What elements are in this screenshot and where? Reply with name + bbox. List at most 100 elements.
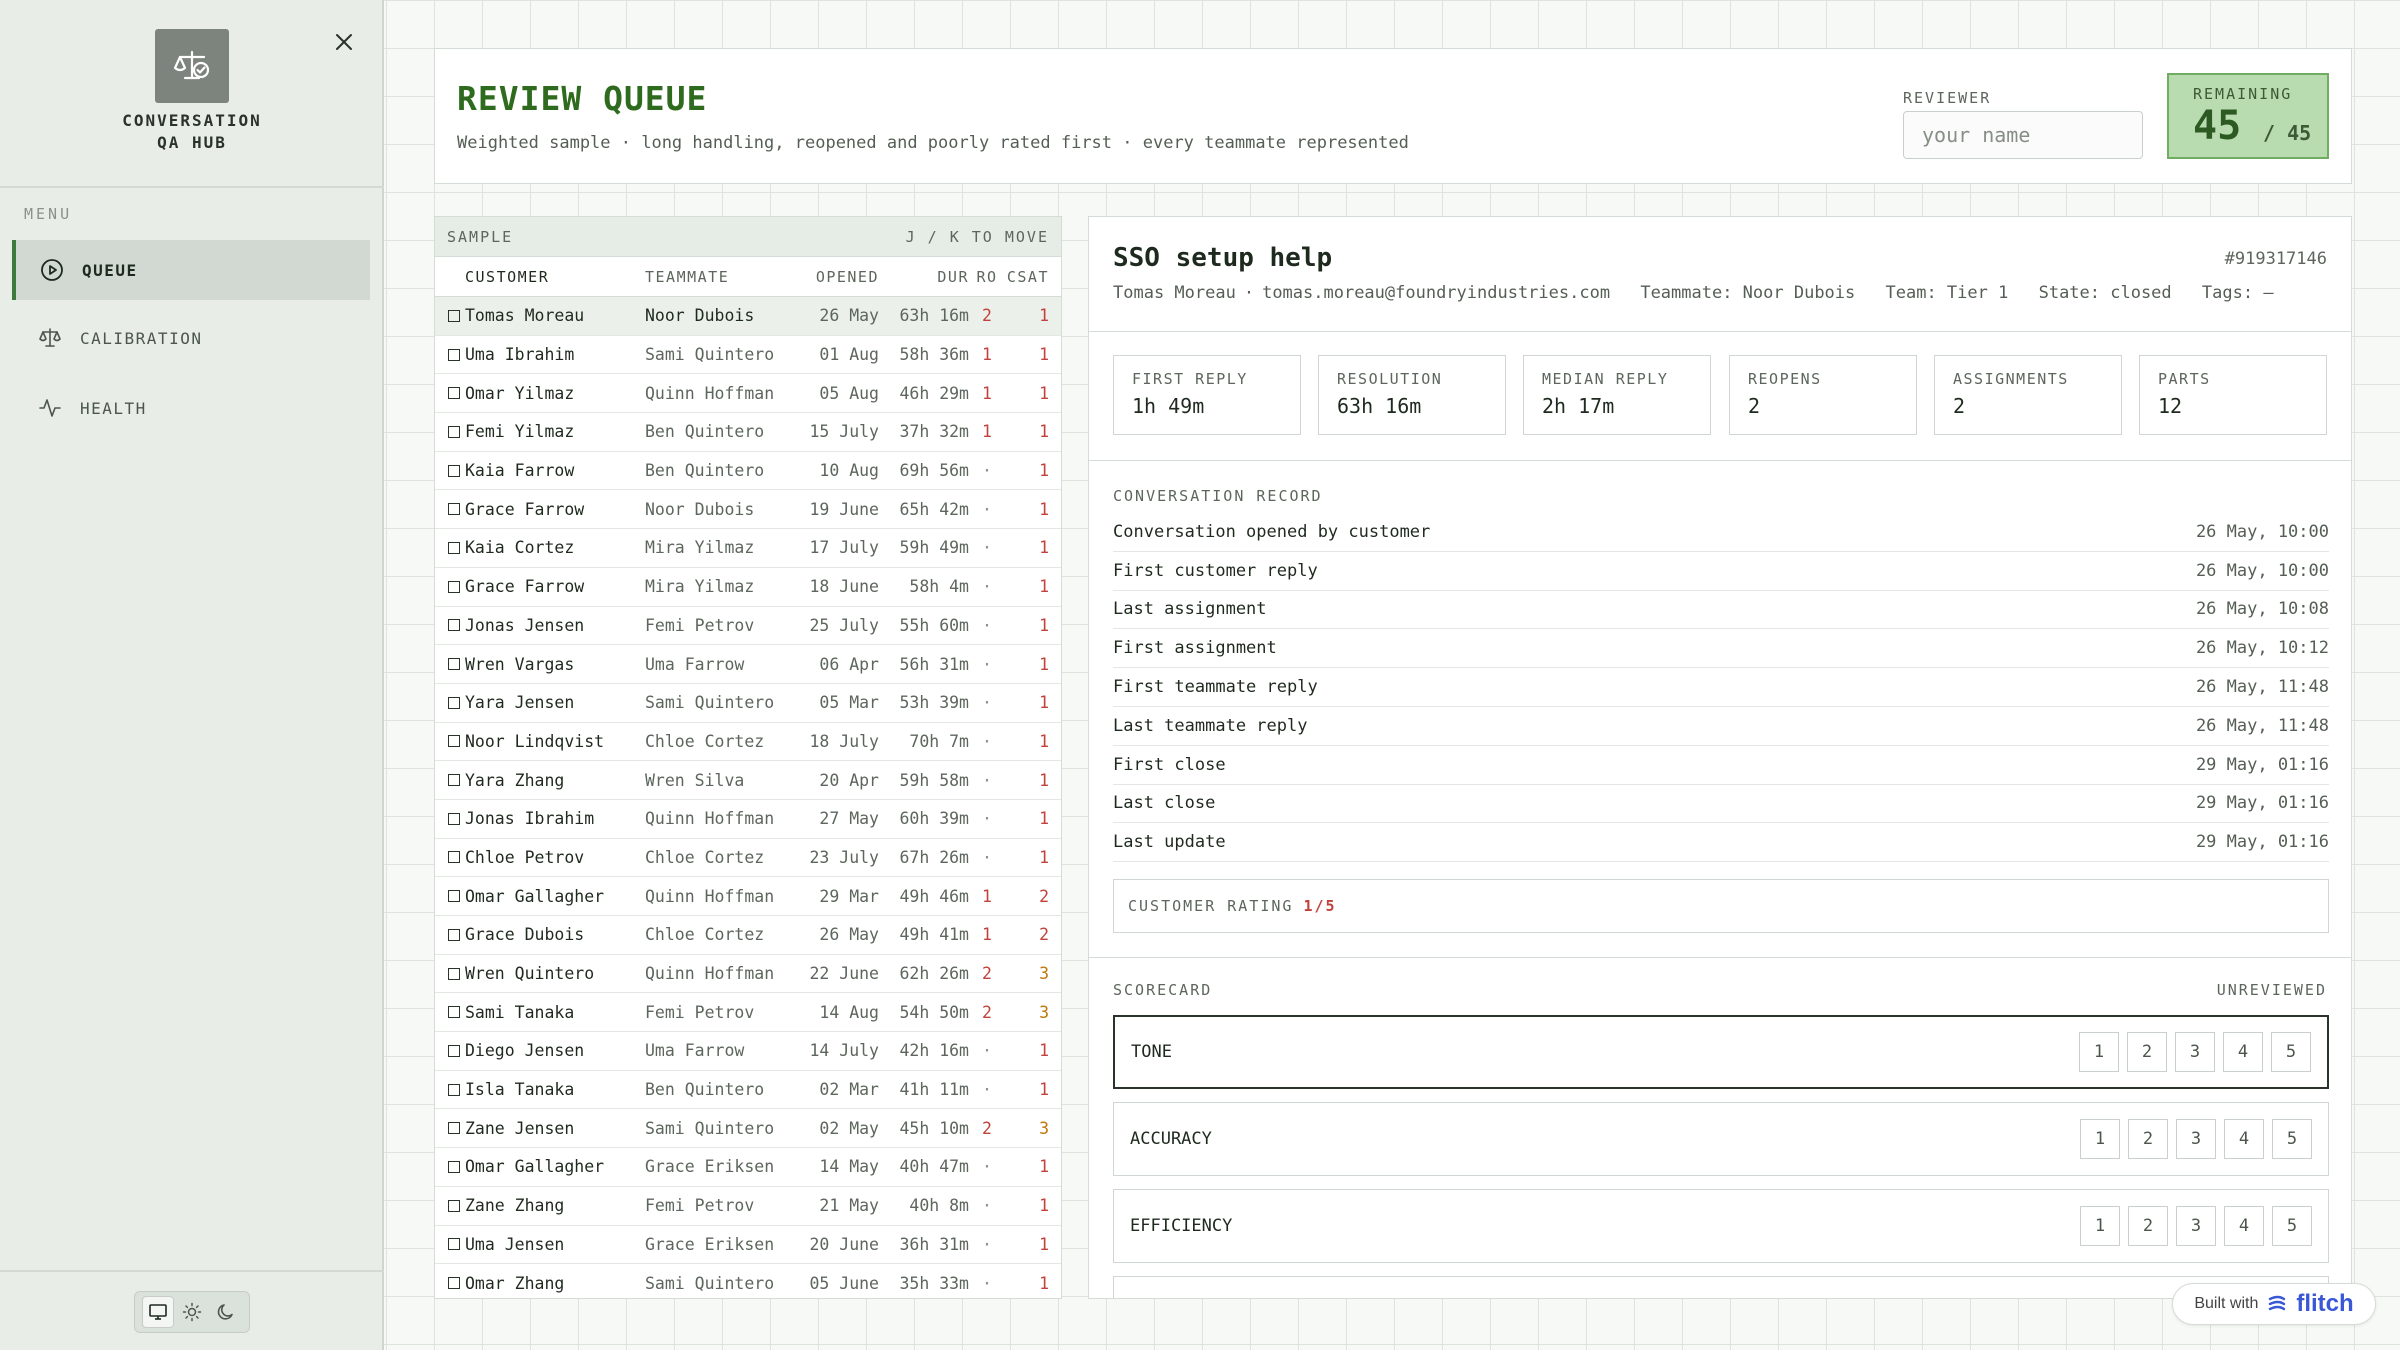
row-checkbox[interactable] xyxy=(448,774,460,787)
row-checkbox[interactable] xyxy=(448,735,460,748)
table-row[interactable]: Wren Quintero Quinn Hoffman 22 June 62h 26m… xyxy=(435,955,1061,994)
table-row[interactable]: Noor Lindqvist Chloe Cortez 18 July 70h 7m ·… xyxy=(435,723,1061,762)
sidebar-item-health[interactable]: HEALTH xyxy=(12,378,370,438)
table-row[interactable]: Omar Zhang Sami Quintero 05 June 35h 33m · 1 xyxy=(435,1264,1061,1298)
row-checkbox[interactable] xyxy=(448,890,460,903)
table-row[interactable]: Kaia Cortez Mira Yilmaz 17 July 59h 49m · 1 xyxy=(435,529,1061,568)
table-row[interactable]: Grace Farrow Mira Yilmaz 18 June 58h 4m · 1 xyxy=(435,568,1061,607)
criterion-label: EFFICIENCY xyxy=(1130,1216,1233,1236)
cell-duration: 40h 47m xyxy=(899,1157,969,1177)
sidebar-item-calibration[interactable]: CALIBRATION xyxy=(12,308,370,368)
row-checkbox[interactable] xyxy=(448,309,460,322)
row-checkbox[interactable] xyxy=(448,425,460,438)
table-row[interactable]: Femi Yilmaz Ben Quintero 15 July 37h 32m 1 1 xyxy=(435,413,1061,452)
row-checkbox[interactable] xyxy=(448,812,460,825)
row-checkbox[interactable] xyxy=(448,503,460,516)
table-row[interactable]: Uma Jensen Grace Eriksen 20 June 36h 31m · 1 xyxy=(435,1226,1061,1265)
table-row[interactable]: Kaia Farrow Ben Quintero 10 Aug 69h 56m · 1 xyxy=(435,452,1061,491)
table-row[interactable]: Zane Jensen Sami Quintero 02 May 45h 10m 2 3 xyxy=(435,1109,1061,1149)
score-options: 12345 xyxy=(2079,1032,2311,1072)
row-checkbox[interactable] xyxy=(448,658,460,671)
theme-system-button[interactable] xyxy=(142,1296,174,1328)
column-header-reopens[interactable]: RO xyxy=(969,268,1005,286)
table-row[interactable]: Chloe Petrov Chloe Cortez 23 July 67h 26m · 1 xyxy=(435,839,1061,878)
table-row[interactable]: Jonas Ibrahim Quinn Hoffman 27 May 60h 39m ·… xyxy=(435,800,1061,839)
column-header-teammate[interactable]: TEAMMATE xyxy=(645,268,801,286)
sidebar-item-label: HEALTH xyxy=(80,398,147,418)
row-checkbox[interactable] xyxy=(448,1122,460,1135)
cell-csat: 2 xyxy=(1039,925,1049,945)
column-header-duration[interactable]: DUR xyxy=(879,268,969,286)
row-checkbox[interactable] xyxy=(448,1238,460,1251)
record-time: 26 May, 10:00 xyxy=(2195,521,2329,542)
score-button[interactable]: 5 xyxy=(2272,1206,2312,1246)
row-checkbox[interactable] xyxy=(448,1044,460,1057)
score-button[interactable]: 1 xyxy=(2079,1032,2119,1072)
row-checkbox[interactable] xyxy=(448,541,460,554)
score-button[interactable]: 3 xyxy=(2176,1206,2216,1246)
built-with-badge[interactable]: Built with flitch xyxy=(2172,1283,2376,1325)
row-checkbox[interactable] xyxy=(448,1199,460,1212)
score-button[interactable]: 5 xyxy=(2271,1032,2311,1072)
table-row[interactable]: Jonas Jensen Femi Petrov 25 July 55h 60m · 1 xyxy=(435,607,1061,646)
score-button[interactable]: 1 xyxy=(2080,1119,2120,1159)
table-row[interactable]: Isla Tanaka Ben Quintero 02 Mar 41h 11m · 1 xyxy=(435,1071,1061,1110)
cell-opened: 01 Aug xyxy=(819,345,879,365)
cell-customer: Zane Zhang xyxy=(465,1196,565,1216)
table-row[interactable]: Grace Farrow Noor Dubois 19 June 65h 42m · 1 xyxy=(435,490,1061,530)
row-checkbox[interactable] xyxy=(448,348,460,361)
row-checkbox[interactable] xyxy=(448,967,460,980)
page-subtitle: Weighted sample · long handling, reopene… xyxy=(457,133,1409,153)
theme-light-button[interactable] xyxy=(176,1296,208,1328)
table-row[interactable]: Sami Tanaka Femi Petrov 14 Aug 54h 50m 2 3 xyxy=(435,993,1061,1033)
sidebar-item-queue[interactable]: QUEUE xyxy=(12,240,370,300)
cell-teammate: Femi Petrov xyxy=(645,1196,755,1216)
table-row[interactable]: Yara Zhang Wren Silva 20 Apr 59h 58m · 1 xyxy=(435,761,1061,800)
row-checkbox[interactable] xyxy=(448,851,460,864)
row-checkbox[interactable] xyxy=(448,1277,460,1290)
row-checkbox[interactable] xyxy=(448,619,460,632)
score-button[interactable]: 2 xyxy=(2128,1119,2168,1159)
score-button[interactable]: 3 xyxy=(2175,1032,2215,1072)
score-button[interactable]: 4 xyxy=(2224,1119,2264,1159)
row-checkbox[interactable] xyxy=(448,464,460,477)
cell-reopens: 1 xyxy=(982,345,992,365)
table-row[interactable]: Wren Vargas Uma Farrow 06 Apr 56h 31m · 1 xyxy=(435,645,1061,684)
score-button[interactable]: 2 xyxy=(2127,1032,2167,1072)
score-button[interactable]: 4 xyxy=(2224,1206,2264,1246)
score-button[interactable]: 1 xyxy=(2080,1206,2120,1246)
column-header-customer[interactable]: CUSTOMER xyxy=(465,268,645,286)
row-checkbox[interactable] xyxy=(448,387,460,400)
score-button[interactable]: 2 xyxy=(2128,1206,2168,1246)
close-sidebar-button[interactable] xyxy=(326,24,362,60)
table-row[interactable]: Diego Jensen Uma Farrow 14 July 42h 16m · 1 xyxy=(435,1032,1061,1071)
sample-panel-header: SAMPLE J / K TO MOVE xyxy=(435,217,1061,257)
row-checkbox[interactable] xyxy=(448,580,460,593)
theme-dark-button[interactable] xyxy=(210,1296,242,1328)
score-button[interactable]: 5 xyxy=(2272,1119,2312,1159)
meta-email[interactable]: tomas.moreau@foundryindustries.com xyxy=(1262,283,1610,303)
row-checkbox[interactable] xyxy=(448,928,460,941)
record-time: 26 May, 10:08 xyxy=(2195,599,2329,620)
record-row: First close 29 May, 01:16 xyxy=(1113,746,2329,785)
table-row[interactable]: Omar Gallagher Grace Eriksen 14 May 40h 47m… xyxy=(435,1148,1061,1187)
row-checkbox[interactable] xyxy=(448,1083,460,1096)
score-button[interactable]: 3 xyxy=(2176,1119,2216,1159)
table-row[interactable]: Omar Gallagher Quinn Hoffman 29 Mar 49h 46m… xyxy=(435,877,1061,916)
column-header-csat[interactable]: CSAT xyxy=(1005,268,1055,286)
column-header-opened[interactable]: OPENED xyxy=(801,268,879,286)
meta-team: Team: Tier 1 xyxy=(1885,283,2009,303)
reviewer-name-input[interactable] xyxy=(1903,111,2143,159)
cell-reopens: · xyxy=(982,693,992,713)
table-row[interactable]: Grace Dubois Chloe Cortez 26 May 49h 41m 1 2 xyxy=(435,916,1061,955)
table-row[interactable]: Tomas Moreau Noor Dubois 26 May 63h 16m 2 1 xyxy=(435,297,1061,336)
table-row[interactable]: Zane Zhang Femi Petrov 21 May 40h 8m · 1 xyxy=(435,1187,1061,1226)
table-row[interactable]: Uma Ibrahim Sami Quintero 01 Aug 58h 36m 1 1 xyxy=(435,336,1061,375)
score-button[interactable]: 4 xyxy=(2223,1032,2263,1072)
row-checkbox[interactable] xyxy=(448,1160,460,1173)
row-checkbox[interactable] xyxy=(448,1006,460,1019)
cell-teammate: Quinn Hoffman xyxy=(645,383,775,403)
row-checkbox[interactable] xyxy=(448,696,460,709)
table-row[interactable]: Yara Jensen Sami Quintero 05 Mar 53h 39m · 1 xyxy=(435,684,1061,723)
table-row[interactable]: Omar Yilmaz Quinn Hoffman 05 Aug 46h 29m 1 1 xyxy=(435,374,1061,414)
